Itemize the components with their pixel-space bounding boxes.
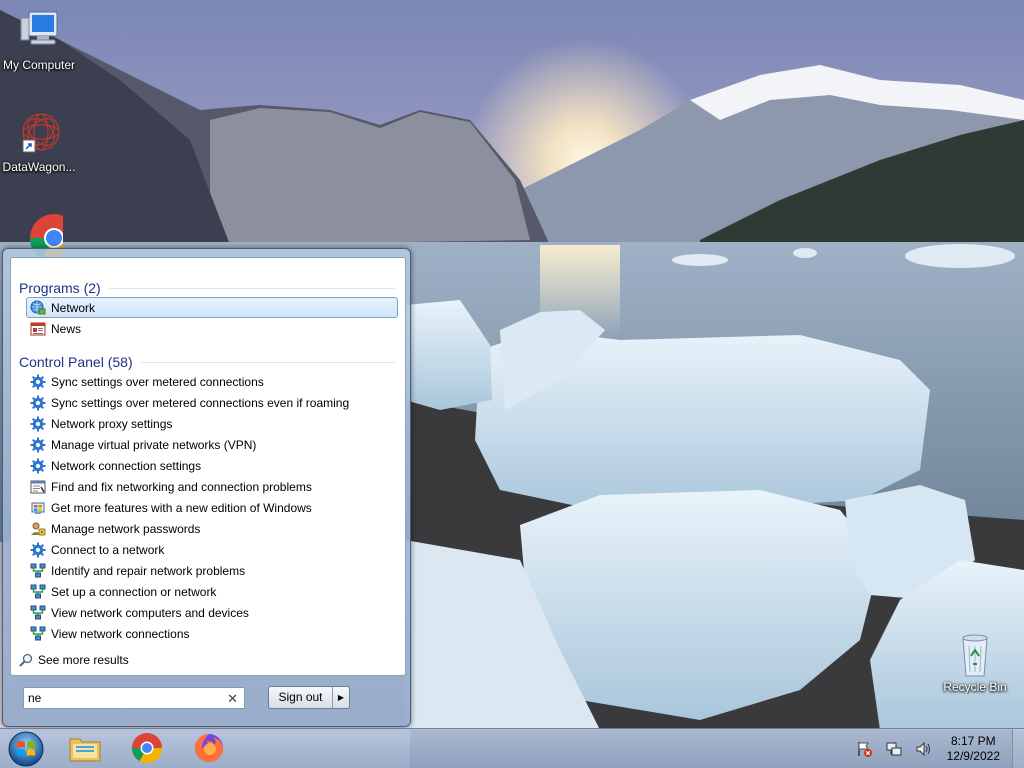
- result-label: Identify and repair network problems: [51, 563, 246, 578]
- firefox-icon: [193, 732, 225, 767]
- result-control-panel-item[interactable]: View network computers and devices: [26, 602, 398, 623]
- result-program-news[interactable]: News: [26, 318, 398, 339]
- troubleshoot-icon: [30, 479, 46, 495]
- system-tray: 8:17 PM 12/9/2022: [849, 729, 1024, 768]
- see-more-label: See more results: [38, 653, 129, 667]
- programs-header-label: Programs (2): [19, 280, 101, 296]
- desktop-icon-label: My Computer: [2, 58, 76, 72]
- section-divider: [140, 361, 395, 363]
- taskbar: 8:17 PM 12/9/2022: [0, 728, 1024, 768]
- action-center-icon[interactable]: [855, 740, 873, 758]
- gear-icon: [30, 416, 46, 432]
- network-center-icon: [30, 605, 46, 621]
- result-label: Manage virtual private networks (VPN): [51, 437, 257, 452]
- clock-time: 8:17 PM: [950, 734, 996, 748]
- start-search-box[interactable]: ✕: [23, 687, 245, 709]
- network-center-icon: [30, 584, 46, 600]
- result-label: Find and fix networking and connection p…: [51, 479, 312, 494]
- gear-icon: [30, 437, 46, 453]
- shutdown-options-arrow-icon[interactable]: ▶: [333, 693, 349, 702]
- magnifier-icon: [19, 653, 33, 667]
- network-center-icon: [30, 563, 46, 579]
- search-input[interactable]: [28, 691, 218, 705]
- gear-icon: [30, 458, 46, 474]
- desktop-icon-label: DataWagon...: [2, 160, 76, 174]
- gear-icon: [30, 542, 46, 558]
- see-more-results-link[interactable]: See more results: [19, 653, 129, 667]
- result-label: Network connection settings: [51, 458, 202, 473]
- result-label: Set up a connection or network: [51, 584, 217, 599]
- sign-out-button[interactable]: Sign out: [269, 687, 333, 708]
- result-label: Network proxy settings: [51, 416, 173, 431]
- result-label: News: [51, 321, 82, 336]
- computer-icon: [15, 8, 63, 56]
- result-control-panel-item[interactable]: Get more features with a new edition of …: [26, 497, 398, 518]
- gear-icon: [30, 374, 46, 390]
- control-panel-section-header: Control Panel (58): [19, 354, 395, 370]
- result-label: Network: [51, 300, 96, 315]
- gear-icon: [30, 395, 46, 411]
- volume-icon[interactable]: [915, 740, 933, 758]
- result-label: View network computers and devices: [51, 605, 249, 620]
- section-divider: [108, 287, 395, 289]
- datawagon-icon: [15, 110, 63, 158]
- network-center-icon: [30, 626, 46, 642]
- taskbar-chrome-button[interactable]: [122, 731, 172, 767]
- result-control-panel-item[interactable]: Identify and repair network problems: [26, 560, 398, 581]
- result-control-panel-item[interactable]: Connect to a network: [26, 539, 398, 560]
- result-control-panel-item[interactable]: Set up a connection or network: [26, 581, 398, 602]
- result-label: Sync settings over metered connections: [51, 374, 264, 389]
- windows-flag-icon: [30, 500, 46, 516]
- desktop-icon-label: Recycle Bin: [943, 680, 1007, 694]
- explorer-icon: [68, 733, 102, 766]
- search-results-pane: Programs (2) Network News Control Panel …: [10, 257, 406, 676]
- result-label: View network connections: [51, 626, 190, 641]
- result-label: Get more features with a new edition of …: [51, 500, 312, 515]
- result-control-panel-item[interactable]: View network connections: [26, 623, 398, 644]
- result-control-panel-item[interactable]: Network proxy settings: [26, 413, 398, 434]
- programs-section-header: Programs (2): [19, 280, 395, 296]
- network-icon: [30, 300, 46, 316]
- result-control-panel-item[interactable]: Manage virtual private networks (VPN): [26, 434, 398, 455]
- start-menu: Programs (2) Network News Control Panel …: [2, 248, 411, 727]
- desktop-icon-recycle-bin[interactable]: Recycle Bin: [936, 630, 1014, 694]
- desktop-icon-my-computer[interactable]: My Computer: [0, 8, 78, 72]
- result-label: Connect to a network: [51, 542, 165, 557]
- credentials-icon: [30, 521, 46, 537]
- clock-date: 12/9/2022: [946, 749, 1000, 763]
- start-button[interactable]: [6, 730, 46, 768]
- result-control-panel-item[interactable]: Manage network passwords: [26, 518, 398, 539]
- taskbar-firefox-button[interactable]: [184, 731, 234, 767]
- recycle-bin-icon: [951, 630, 999, 678]
- show-desktop-button[interactable]: [1012, 729, 1024, 768]
- clear-search-icon[interactable]: ✕: [227, 691, 238, 707]
- chrome-icon: [131, 732, 163, 767]
- control-panel-header-label: Control Panel (58): [19, 354, 133, 370]
- taskbar-clock[interactable]: 8:17 PM 12/9/2022: [947, 734, 1000, 764]
- result-control-panel-item[interactable]: Find and fix networking and connection p…: [26, 476, 398, 497]
- result-program-network[interactable]: Network: [26, 297, 398, 318]
- result-label: Manage network passwords: [51, 521, 201, 536]
- desktop-icon-datawagon[interactable]: DataWagon...: [0, 110, 78, 174]
- result-control-panel-item[interactable]: Sync settings over metered connections e…: [26, 392, 398, 413]
- result-control-panel-item[interactable]: Sync settings over metered connections: [26, 371, 398, 392]
- result-control-panel-item[interactable]: Network connection settings: [26, 455, 398, 476]
- network-icon[interactable]: [885, 740, 903, 758]
- shutdown-button-group: Sign out ▶: [268, 686, 350, 709]
- result-label: Sync settings over metered connections e…: [51, 395, 350, 410]
- taskbar-explorer-button[interactable]: [60, 731, 110, 767]
- news-icon: [30, 321, 46, 337]
